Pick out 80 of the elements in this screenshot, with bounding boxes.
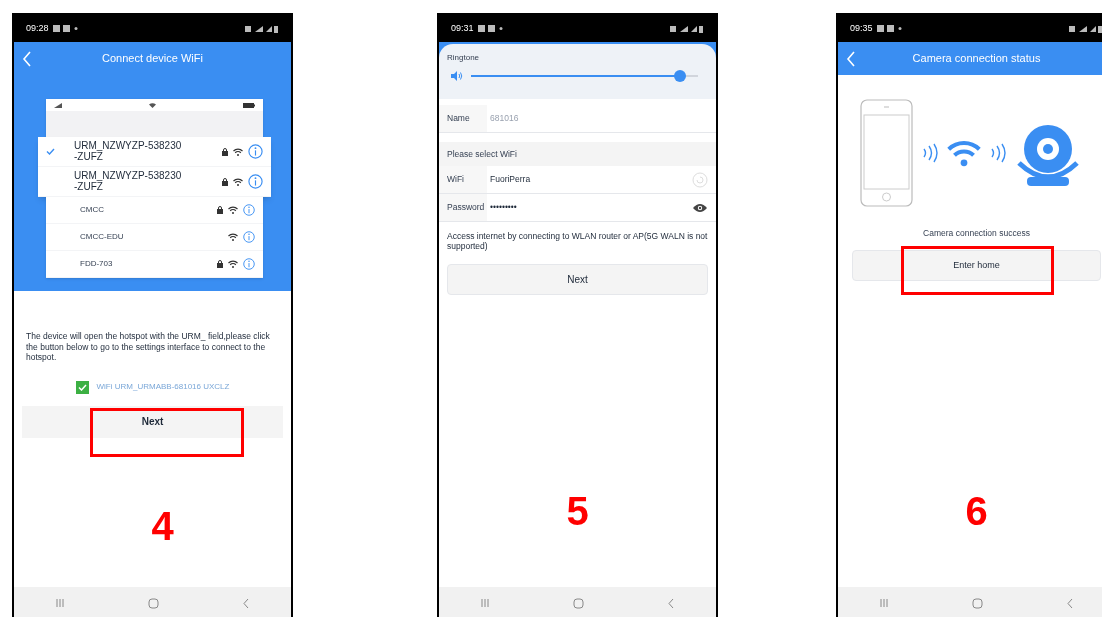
network-name: CMCC-EDU (80, 232, 124, 242)
signal-battery-icons (1069, 24, 1102, 33)
lock-icon (217, 206, 223, 214)
info-icon[interactable] (243, 258, 255, 270)
screen-title: Connect device WiFi (102, 51, 203, 67)
network-name: CMCC (80, 205, 104, 215)
info-icon[interactable] (243, 204, 255, 216)
status-time: 09:28 (26, 21, 49, 35)
recent-apps-icon[interactable] (480, 598, 491, 608)
lock-icon (222, 147, 228, 156)
step-number: 4 (150, 505, 175, 546)
step-number: 5 (565, 491, 590, 532)
recent-apps-icon[interactable] (879, 598, 890, 608)
screen-title: Camera connection status (912, 51, 1041, 67)
network-row[interactable]: URM_NZWYZP-538230 -ZUFZ (38, 137, 271, 167)
notification-icons (876, 25, 903, 32)
field-label: Password (439, 194, 487, 221)
form-row[interactable]: Password ••••••••• (439, 194, 716, 222)
signal-icon (54, 102, 62, 108)
volume-slider[interactable] (471, 70, 698, 82)
notification-icons (477, 25, 504, 32)
slider-thumb[interactable] (673, 70, 686, 82)
network-name: URM_NZWYZP-538230 -ZUFZ (74, 141, 182, 162)
note-text: Access internet by connecting to WLAN router or AP(5G WALN is not supported) (446, 231, 709, 252)
notification-icons (52, 25, 79, 32)
form-row[interactable]: Name 681016 (439, 105, 716, 133)
signal-battery-icons (245, 24, 279, 33)
signal-waves-icon (989, 143, 1007, 163)
wifi-icon (228, 260, 238, 268)
form-row[interactable]: WiFi FuoriPerra (439, 166, 716, 194)
field-value: ••••••••• (490, 201, 517, 214)
instruction-text: The device will open the hotspot with the URM_ field,please click the button below to go to the settings interface to connect to the hotspot. (25, 331, 271, 363)
home-icon[interactable] (573, 597, 584, 609)
wifi-icon (233, 147, 243, 156)
network-row[interactable]: CMCC-EDU (46, 224, 263, 251)
home-icon[interactable] (148, 597, 159, 609)
field-label: Name (439, 105, 487, 132)
field-label: WiFi (439, 166, 487, 193)
network-row[interactable]: URM_NZWYZP-538230 -ZUFZ (38, 167, 271, 197)
checkmark-icon (77, 383, 87, 391)
volume-label: Ringtone (447, 52, 481, 64)
wifi-icon (149, 102, 156, 108)
wifi-icon (228, 233, 238, 241)
status-time: 09:35 (850, 21, 873, 35)
lock-icon (222, 177, 228, 186)
success-message: Camera connection success (922, 227, 1031, 240)
back-icon[interactable] (666, 597, 675, 609)
speaker-icon (451, 71, 463, 81)
field-value: 681016 (490, 112, 519, 125)
network-row[interactable]: FDD-703 (46, 251, 263, 278)
battery-icon (243, 102, 255, 108)
wifi-icon (228, 206, 238, 214)
signal-waves-icon (921, 143, 939, 163)
network-row[interactable]: CMCC (46, 197, 263, 224)
hotspot-checkbox[interactable] (75, 380, 89, 394)
next-button[interactable]: Next (447, 264, 708, 296)
next-button[interactable]: Next (22, 405, 283, 438)
signal-battery-icons (670, 24, 704, 33)
back-icon[interactable] (241, 597, 250, 609)
back-icon[interactable] (22, 50, 32, 67)
network-name: FDD-703 (80, 259, 113, 269)
step-number: 6 (964, 490, 989, 531)
enter-home-button[interactable]: Enter home (852, 249, 1101, 281)
status-time: 09:31 (451, 21, 474, 35)
back-icon[interactable] (1065, 597, 1074, 609)
back-icon[interactable] (846, 50, 856, 67)
hotspot-label: WiFi URM_URMABB-681016 UXCLZ (96, 381, 230, 394)
section-header: Please select WiFi (439, 142, 716, 166)
wifi-icon (947, 139, 981, 167)
info-icon[interactable] (248, 144, 263, 159)
lock-icon (217, 260, 223, 268)
network-name: URM_NZWYZP-538230 -ZUFZ (74, 171, 182, 192)
home-icon[interactable] (972, 597, 983, 609)
phone-outline-icon (860, 99, 913, 207)
wifi-icon (233, 177, 243, 186)
info-icon[interactable] (248, 174, 263, 189)
recent-apps-icon[interactable] (55, 598, 66, 608)
info-icon[interactable] (243, 231, 255, 243)
field-value: FuoriPerra (490, 173, 531, 186)
eye-icon[interactable] (692, 202, 708, 213)
